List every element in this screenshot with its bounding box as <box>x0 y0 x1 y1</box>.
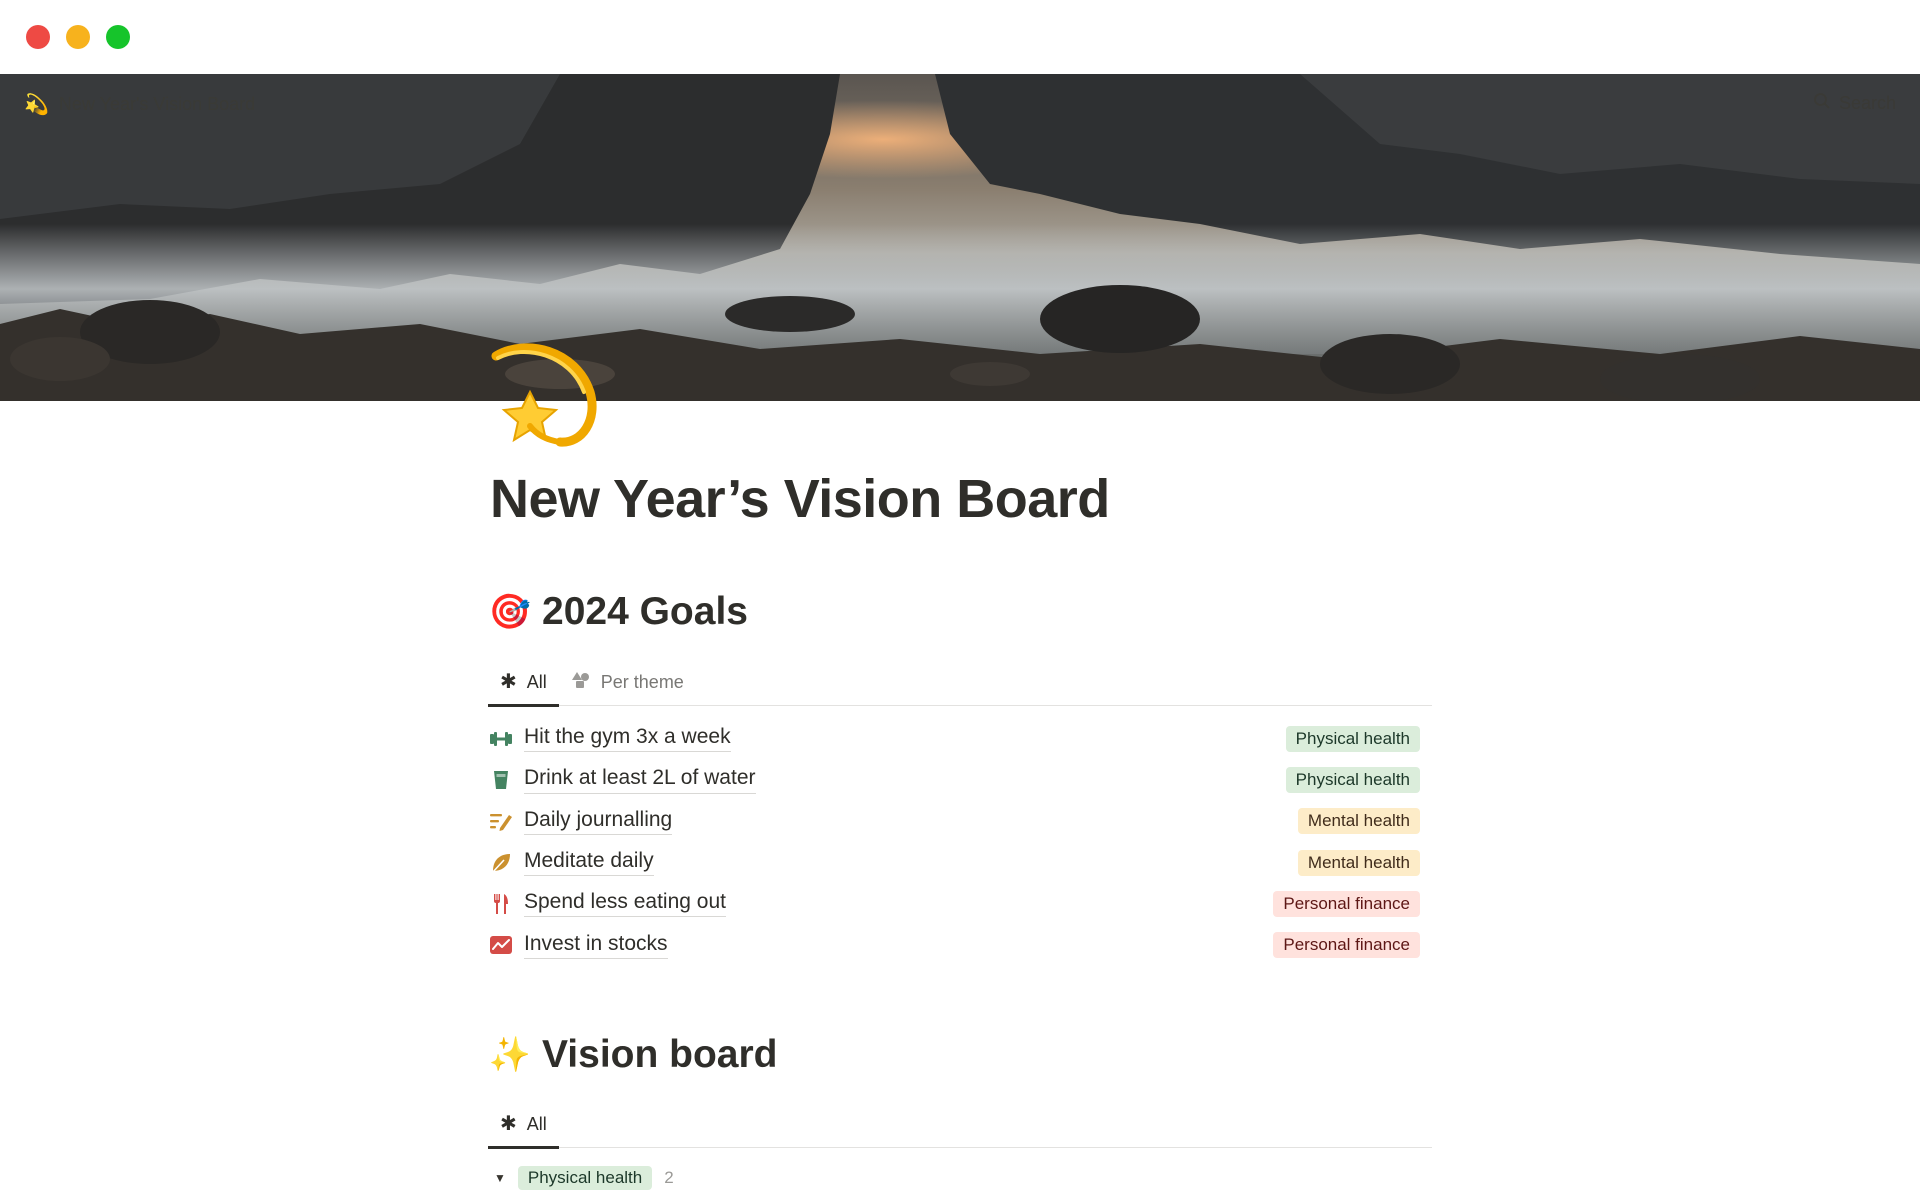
goals-view-tabs: ✱ All Per theme <box>488 658 1432 707</box>
theme-tag: Mental health <box>1297 808 1420 835</box>
goal-name: Hit the gym 3x a week <box>524 725 731 753</box>
search-label: Search <box>1838 93 1896 113</box>
list-item[interactable]: Invest in stocks Personal finance <box>488 924 1420 965</box>
caret-down-icon[interactable]: ▼ <box>494 1171 506 1185</box>
dizzy-star-icon[interactable] <box>486 340 598 452</box>
theme-tag: Physical health <box>1285 766 1420 793</box>
tab-all-label: All <box>526 1113 547 1134</box>
goal-name: Drink at least 2L of water <box>524 766 756 794</box>
goal-name: Meditate daily <box>524 849 654 877</box>
glass-icon <box>488 767 514 793</box>
vision-heading-text: Vision board <box>542 1033 778 1076</box>
page-icon-small: 💫 <box>24 94 49 116</box>
tab-per-theme[interactable]: Per theme <box>559 658 696 706</box>
board-group-header[interactable]: ▼ Physical health 2 <box>494 1166 674 1190</box>
group-count: 2 <box>664 1168 674 1187</box>
search-icon <box>1813 92 1831 115</box>
shapes-icon <box>571 671 591 693</box>
goal-name: Daily journalling <box>524 808 673 835</box>
vision-heading: ✨ Vision board <box>488 1033 778 1077</box>
asterisk-icon: ✱ <box>500 1113 517 1135</box>
theme-tag: Personal finance <box>1273 890 1420 917</box>
tab-per-theme-label: Per theme <box>600 671 684 692</box>
dumbbell-icon <box>488 726 514 752</box>
group-tag: Physical health <box>517 1166 653 1190</box>
goal-name: Spend less eating out <box>524 890 726 918</box>
search-button[interactable]: Search <box>1813 92 1896 115</box>
list-item[interactable]: Hit the gym 3x a week Physical health <box>488 718 1420 759</box>
tab-all[interactable]: ✱ All <box>488 658 559 707</box>
sparkles-icon: ✨ <box>488 1036 532 1074</box>
window-titlebar <box>0 0 1920 74</box>
cover-image <box>0 74 1920 401</box>
tab-all[interactable]: ✱ All <box>488 1100 559 1149</box>
goals-list: Hit the gym 3x a week Physical health Dr… <box>488 718 1420 966</box>
list-item[interactable]: Meditate daily Mental health <box>488 842 1420 883</box>
breadcrumb-title: New Year's Vision Board <box>58 94 256 114</box>
window-maximize-button[interactable] <box>106 25 130 49</box>
goals-heading-text: 2024 Goals <box>542 590 748 633</box>
goals-heading: 🎯 2024 Goals <box>488 590 748 634</box>
window-close-button[interactable] <box>26 25 50 49</box>
list-item[interactable]: Spend less eating out Personal finance <box>488 883 1420 924</box>
theme-tag: Personal finance <box>1273 932 1420 959</box>
asterisk-icon: ✱ <box>500 671 517 693</box>
journal-pen-icon <box>488 808 514 834</box>
target-icon: 🎯 <box>488 593 532 631</box>
tab-all-label: All <box>526 671 547 692</box>
window-minimize-button[interactable] <box>66 25 90 49</box>
stock-chart-icon <box>488 932 514 958</box>
fork-knife-icon <box>488 891 514 917</box>
page-title: New Year’s Vision Board <box>490 469 1110 529</box>
vision-view-tabs: ✱ All <box>488 1100 1432 1149</box>
leaf-icon <box>488 850 514 876</box>
breadcrumb[interactable]: 💫 New Year's Vision Board <box>24 92 255 117</box>
list-item[interactable]: Drink at least 2L of water Physical heal… <box>488 759 1420 800</box>
goal-name: Invest in stocks <box>524 932 668 959</box>
theme-tag: Physical health <box>1285 725 1420 752</box>
theme-tag: Mental health <box>1297 849 1420 876</box>
list-item[interactable]: Daily journalling Mental health <box>488 801 1420 842</box>
